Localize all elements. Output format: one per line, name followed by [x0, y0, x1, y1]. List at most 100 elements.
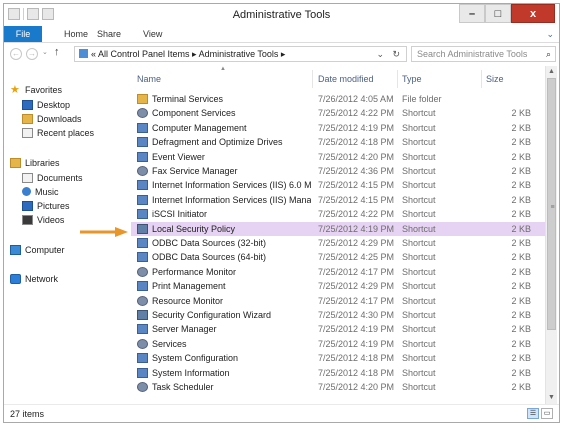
videos-icon	[22, 214, 33, 225]
file-type: Shortcut	[402, 223, 436, 234]
file-name-cell: iSCSI Initiator	[137, 209, 311, 220]
file-name-cell: Fax Service Manager	[137, 166, 311, 176]
recent-locations-icon[interactable]: ⌄	[42, 48, 48, 56]
file-row[interactable]: System Configuration 7/25/2012 4:18 PM Sho…	[131, 351, 545, 365]
tab-home[interactable]: Home	[64, 26, 88, 42]
file-name: ODBC Data Sources (64-bit)	[152, 252, 267, 263]
file-name-cell: System Configuration	[137, 353, 311, 364]
file-row[interactable]: Services 7/25/2012 4:19 PM Shortcut 2 KB	[131, 337, 545, 351]
search-input[interactable]: Search Administrative Tools ⌕	[411, 46, 556, 62]
file-date: 7/25/2012 4:18 PM	[318, 367, 395, 378]
address-dropdown-icon[interactable]: ⌄	[376, 47, 384, 61]
expand-ribbon-icon[interactable]: ⌄	[546, 26, 554, 42]
file-row[interactable]: iSCSI Initiator 7/25/2012 4:22 PM Shortcut…	[131, 207, 545, 221]
search-icon[interactable]: ⌕	[546, 47, 551, 61]
file-row[interactable]: Computer Management 7/25/2012 4:19 PM Shor…	[131, 121, 545, 135]
column-header-date[interactable]: Date modified	[318, 74, 374, 87]
file-row[interactable]: Performance Monitor 7/25/2012 4:17 PM Shor…	[131, 265, 545, 279]
file-name: Resource Monitor	[152, 295, 224, 306]
file-date: 7/25/2012 4:30 PM	[318, 310, 395, 320]
folder-icon	[137, 94, 148, 104]
sort-ascending-icon: ▲	[220, 66, 226, 72]
shield-icon	[137, 310, 148, 320]
file-row[interactable]: ODBC Data Sources (64-bit) 7/25/2012 4:25…	[131, 250, 545, 264]
nav-documents[interactable]: Documents	[22, 171, 83, 184]
tab-share[interactable]: Share	[97, 26, 121, 42]
column-divider[interactable]	[312, 70, 313, 88]
gear-icon	[137, 338, 148, 349]
nav-favorites[interactable]: ★ Favorites	[10, 83, 62, 96]
close-button[interactable]: x	[511, 4, 555, 23]
minimize-button[interactable]: –	[459, 4, 485, 23]
nav-label: Documents	[37, 172, 83, 183]
tool-icon	[137, 281, 148, 292]
back-icon[interactable]: ←	[10, 48, 22, 60]
nav-network[interactable]: Network	[10, 272, 58, 285]
file-row[interactable]: Terminal Services 7/26/2012 4:05 AM File f…	[131, 92, 545, 106]
nav-pictures[interactable]: Pictures	[22, 199, 70, 212]
nav-computer[interactable]: Computer	[10, 243, 65, 256]
file-date: 7/25/2012 4:22 PM	[318, 108, 395, 119]
file-size: 2 KB	[511, 310, 531, 320]
file-row[interactable]: Print Management 7/25/2012 4:29 PM Shortcu…	[131, 279, 545, 293]
vertical-scrollbar[interactable]: ▲ ≡ ▼	[545, 66, 557, 404]
file-name-cell: Security Configuration Wizard	[137, 310, 311, 320]
file-row[interactable]: ODBC Data Sources (32-bit) 7/25/2012 4:29…	[131, 236, 545, 250]
up-icon[interactable]: ↑	[54, 46, 60, 58]
nav-recent-places[interactable]: Recent places	[22, 126, 94, 139]
file-row[interactable]: Task Scheduler 7/25/2012 4:20 PM Shortcut 2…	[131, 380, 545, 394]
refresh-icon[interactable]: ↻	[392, 47, 400, 61]
column-header-name[interactable]: Name	[137, 74, 161, 87]
address-bar[interactable]: « All Control Panel Items ▸ Administrati…	[74, 46, 407, 62]
file-name-cell: Computer Management	[137, 122, 311, 133]
file-date: 7/25/2012 4:20 PM	[318, 382, 395, 392]
column-header-type[interactable]: Type	[402, 74, 422, 87]
nav-videos[interactable]: Videos	[22, 213, 64, 226]
file-row[interactable]: Security Configuration Wizard 7/25/2012 4…	[131, 308, 545, 322]
scroll-up-icon[interactable]: ▲	[546, 66, 557, 78]
file-row[interactable]: Internet Information Services (IIS) 6.0 …	[131, 178, 545, 192]
file-type: Shortcut	[402, 382, 436, 392]
file-size: 2 KB	[511, 252, 531, 263]
scroll-down-icon[interactable]: ▼	[546, 392, 557, 404]
tab-view[interactable]: View	[143, 26, 162, 42]
downloads-icon	[22, 113, 33, 124]
shield-icon	[137, 223, 148, 234]
column-header-size[interactable]: Size	[486, 74, 504, 87]
file-row[interactable]: Event Viewer 7/25/2012 4:20 PM Shortcut 2 K…	[131, 150, 545, 164]
file-row[interactable]: Internet Information Services (IIS) Mana…	[131, 193, 545, 207]
pictures-icon	[22, 200, 33, 211]
file-name: Performance Monitor	[152, 266, 237, 277]
details-view-icon[interactable]: ☰	[527, 408, 539, 419]
nav-music[interactable]: Music	[22, 185, 59, 198]
file-date: 7/25/2012 4:25 PM	[318, 252, 395, 263]
tool-icon	[137, 137, 148, 148]
address-row: ← → ⌄ ↑ « All Control Panel Items ▸ Admi…	[4, 43, 559, 65]
tab-file[interactable]: File	[4, 26, 42, 42]
large-icons-view-icon[interactable]: ▭	[541, 408, 553, 419]
file-type: Shortcut	[402, 281, 436, 292]
file-row[interactable]: Defragment and Optimize Drives 7/25/2012 …	[131, 135, 545, 149]
file-row[interactable]: Resource Monitor 7/25/2012 4:17 PM Shortcu…	[131, 294, 545, 308]
file-row[interactable]: Server Manager 7/25/2012 4:19 PM Shortcut 2…	[131, 322, 545, 336]
gear-icon	[137, 382, 148, 392]
music-icon	[22, 187, 31, 196]
file-row[interactable]: Fax Service Manager 7/25/2012 4:36 PM Shor…	[131, 164, 545, 178]
file-name-cell: Local Security Policy	[137, 223, 311, 234]
column-divider[interactable]	[481, 70, 482, 88]
control-panel-icon	[79, 49, 88, 58]
file-name: Defragment and Optimize Drives	[152, 137, 283, 148]
file-row[interactable]: System Information 7/25/2012 4:18 PM Short…	[131, 366, 545, 380]
maximize-button[interactable]: □	[485, 4, 511, 23]
scroll-thumb[interactable]: ≡	[547, 78, 556, 330]
column-divider[interactable]	[397, 70, 398, 88]
file-size: 2 KB	[511, 151, 531, 162]
nav-libraries[interactable]: Libraries	[10, 156, 60, 169]
file-row[interactable]: Local Security Policy 7/25/2012 4:19 PM Sh…	[131, 221, 545, 236]
forward-icon[interactable]: →	[26, 48, 38, 60]
nav-downloads[interactable]: Downloads	[22, 112, 82, 125]
file-name-cell: Internet Information Services (IIS) Mana…	[137, 194, 311, 205]
file-row[interactable]: Component Services 7/25/2012 4:22 PM Short…	[131, 106, 545, 120]
file-date: 7/25/2012 4:19 PM	[318, 122, 395, 133]
nav-desktop[interactable]: Desktop	[22, 98, 70, 111]
